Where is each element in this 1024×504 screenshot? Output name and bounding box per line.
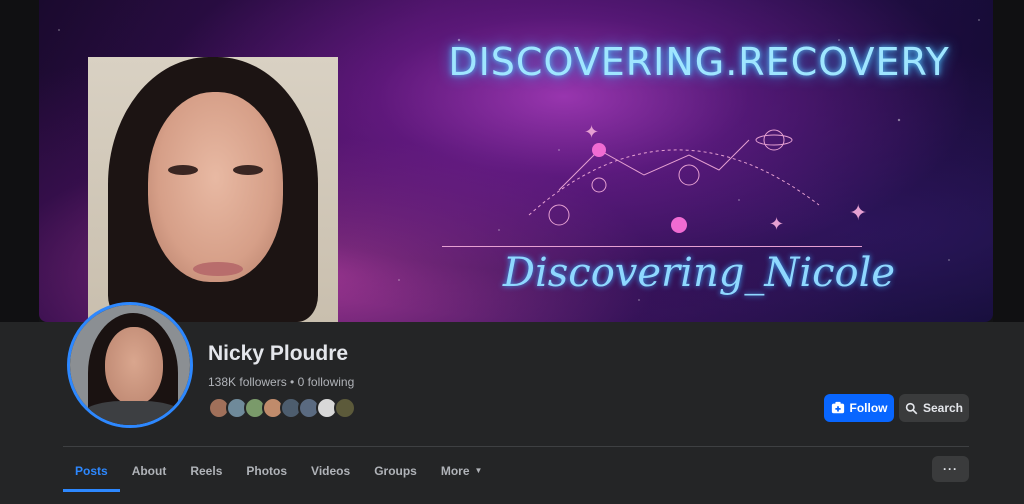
more-options-button[interactable]: ··· (932, 456, 969, 482)
profile-tabs: Posts About Reels Photos Videos Groups M… (63, 452, 494, 492)
tab-label: Groups (374, 463, 417, 478)
follow-button[interactable]: Follow (824, 394, 894, 422)
left-margin (0, 0, 39, 322)
cover-portrait (88, 57, 338, 322)
header-divider (63, 446, 969, 447)
tab-label: About (131, 463, 167, 478)
cover-title: DISCOVERING.RECOVERY (448, 40, 950, 84)
tab-posts[interactable]: Posts (63, 452, 120, 492)
svg-text:✦: ✦ (769, 214, 784, 235)
cover-photo[interactable]: DISCOVERING.RECOVERY ✦ ✦ ✦ Discovering_N… (39, 0, 993, 322)
follower-avatars (208, 397, 356, 419)
follower-avatar[interactable] (334, 397, 356, 419)
tab-label: Photos (246, 463, 288, 478)
profile-avatar[interactable] (67, 302, 193, 428)
tab-reels[interactable]: Reels (178, 452, 234, 489)
search-button[interactable]: Search (899, 394, 969, 422)
cover-divider (442, 246, 862, 247)
right-margin (993, 0, 1024, 322)
tab-about[interactable]: About (120, 452, 179, 489)
follower-stats[interactable]: 138K followers • 0 following (208, 375, 354, 389)
tab-more[interactable]: More ▼ (429, 452, 495, 489)
svg-text:✦: ✦ (849, 201, 867, 226)
follow-icon (831, 401, 844, 414)
search-label: Search (922, 401, 964, 415)
svg-text:✦: ✦ (584, 122, 599, 143)
tab-groups[interactable]: Groups (362, 452, 429, 489)
constellation-graphic: ✦ ✦ ✦ (528, 122, 867, 235)
tab-label: Reels (190, 463, 223, 478)
tab-photos[interactable]: Photos (234, 452, 299, 489)
profile-name: Nicky Ploudre (208, 342, 349, 365)
tab-videos[interactable]: Videos (299, 452, 362, 489)
caret-down-icon: ▼ (474, 466, 483, 475)
ellipsis-icon: ··· (943, 462, 958, 476)
tab-label: More (440, 463, 470, 478)
tab-label: Posts (75, 463, 108, 478)
cover-signature: Discovering_Nicole (502, 250, 896, 296)
search-icon (905, 402, 918, 414)
tab-label: Videos (311, 463, 351, 478)
profile-page: DISCOVERING.RECOVERY ✦ ✦ ✦ Discovering_N… (0, 0, 1024, 504)
follow-label: Follow (849, 401, 888, 415)
